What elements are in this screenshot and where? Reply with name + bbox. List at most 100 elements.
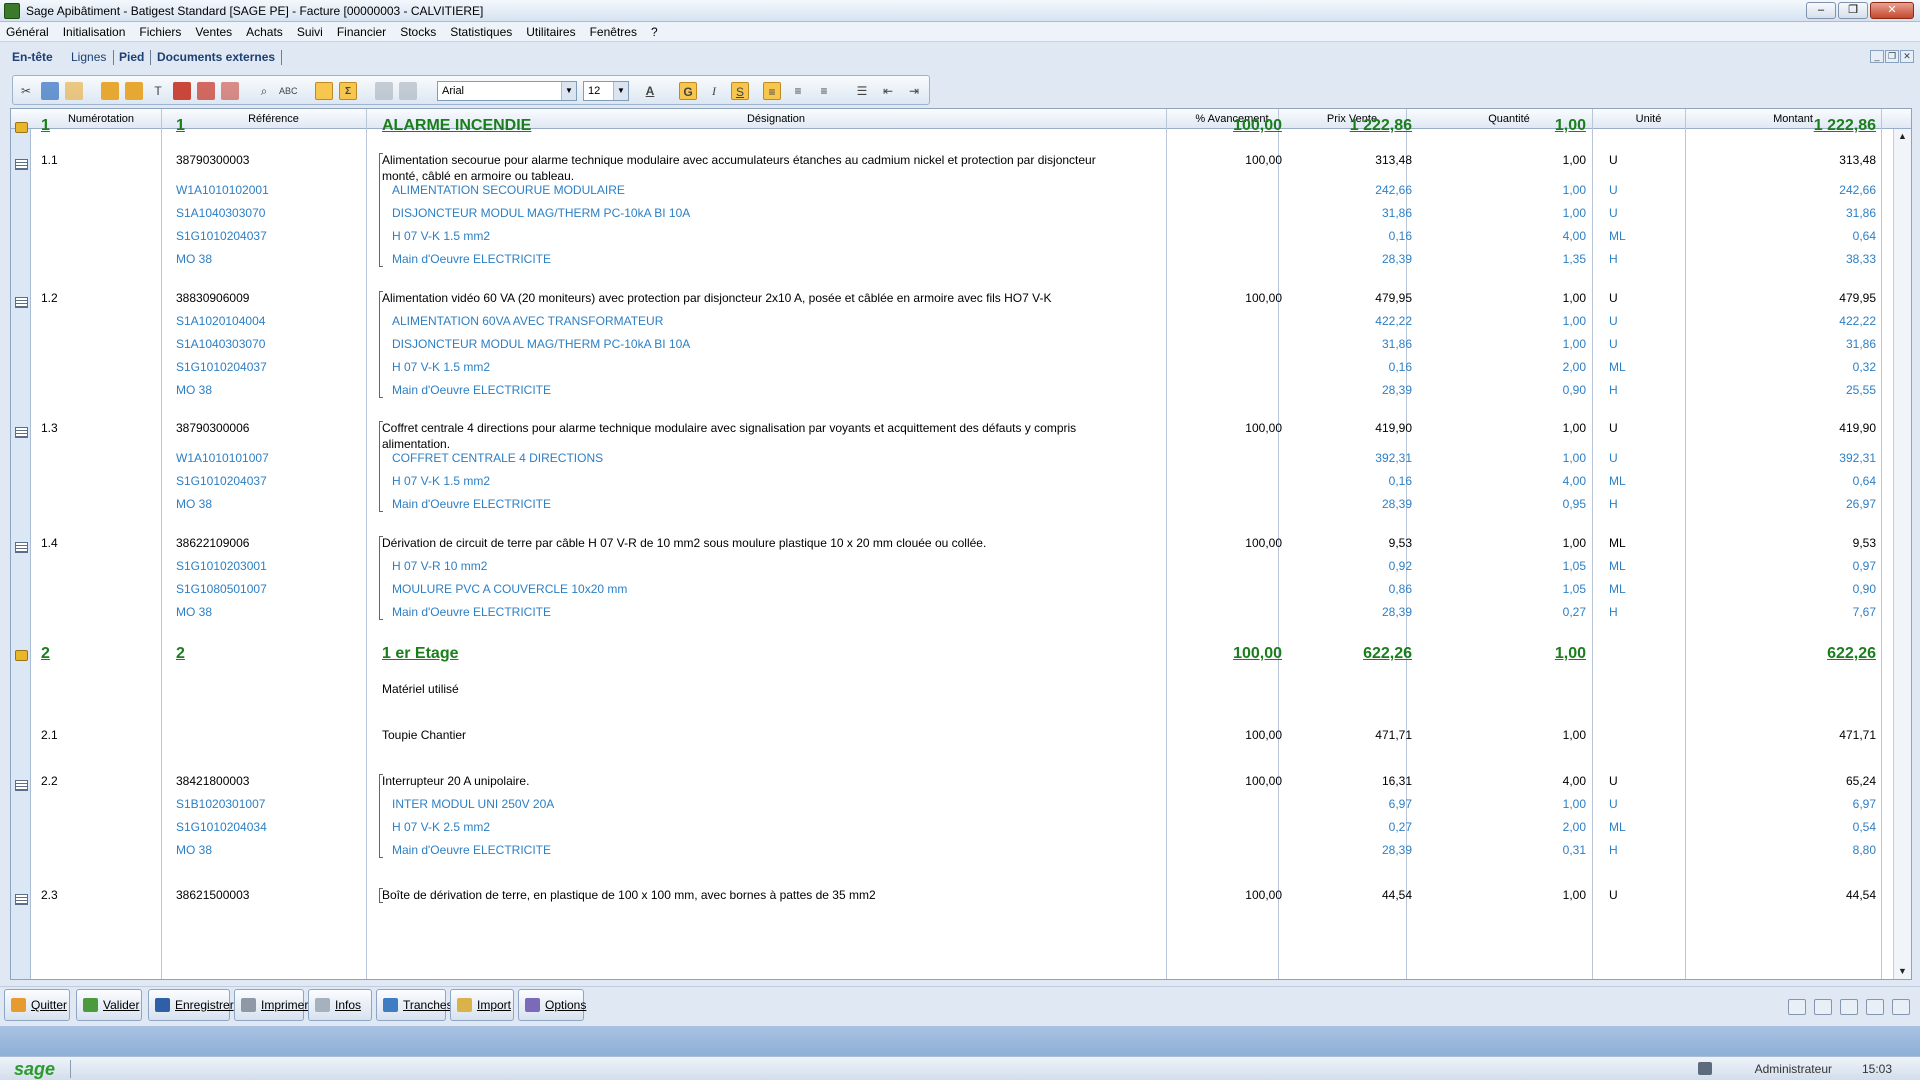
valider-button[interactable]: Valider <box>76 989 142 1021</box>
cell-designation: Main d'Oeuvre ELECTRICITE <box>392 843 552 857</box>
cell-qte: 4,00 <box>1562 774 1586 788</box>
close-button[interactable]: ✕ <box>1870 2 1914 19</box>
align-right-icon[interactable]: ≡ <box>815 82 833 100</box>
cell-unite: U <box>1609 451 1618 465</box>
tab-documents-externes[interactable]: Documents externes <box>157 50 275 64</box>
menu-item[interactable]: Achats <box>246 25 283 39</box>
menu-item[interactable]: ? <box>651 25 658 39</box>
child-restore-button[interactable]: ❐ <box>1885 50 1899 63</box>
insert-article-icon[interactable] <box>197 82 215 100</box>
menu-item[interactable]: Statistiques <box>450 25 512 39</box>
menu-item[interactable]: Général <box>6 25 49 39</box>
menu-item[interactable]: Stocks <box>400 25 436 39</box>
show-fields-icon[interactable]: Σ <box>339 82 357 100</box>
cell-designation: H 07 V-K 1.5 mm2 <box>392 360 491 374</box>
paste-icon[interactable] <box>65 82 83 100</box>
cell-designation: ALIMENTATION 60VA AVEC TRANSFORMATEUR <box>392 314 664 328</box>
copy-icon[interactable] <box>41 82 59 100</box>
italic-button[interactable]: I <box>705 82 723 100</box>
col-header-unite[interactable]: Unité <box>1602 113 1695 125</box>
cell-ref: W1A1010101007 <box>176 451 269 465</box>
font-select[interactable]: Arial ▼ <box>437 81 577 101</box>
restore-button[interactable]: ❐ <box>1838 2 1868 19</box>
tranches-button[interactable]: Tranches <box>376 989 453 1021</box>
cell-designation[interactable]: ALARME INCENDIE <box>382 117 531 135</box>
cell-unite: H <box>1609 383 1618 397</box>
enregistrer-button[interactable]: Enregistrer <box>148 989 234 1021</box>
align-center-icon[interactable]: ≡ <box>789 82 807 100</box>
infos-button[interactable]: Infos <box>308 989 372 1021</box>
insert-sum-icon[interactable] <box>221 82 239 100</box>
redo-icon[interactable] <box>399 82 417 100</box>
insert-table-icon[interactable] <box>173 82 191 100</box>
cell-av: 100,00 <box>1245 536 1282 550</box>
article-icon <box>15 297 28 308</box>
tab-pied[interactable]: Pied <box>119 50 144 64</box>
font-value: Arial <box>442 85 465 97</box>
list-view-icon[interactable] <box>1866 999 1884 1015</box>
cell-mt: 0,32 <box>1852 360 1876 374</box>
infos-label: Infos <box>335 998 362 1012</box>
preview-icon[interactable] <box>1814 999 1832 1015</box>
font-size-select[interactable]: 12 ▼ <box>583 81 629 101</box>
tab-en-tete[interactable]: En-tête <box>12 50 53 64</box>
folder-icon <box>15 650 28 661</box>
cell-unite: U <box>1609 337 1618 351</box>
menu-item[interactable]: Fenêtres <box>590 25 637 39</box>
cell-pv: 0,92 <box>1388 559 1412 573</box>
spellcheck-icon[interactable]: ABC <box>279 82 298 100</box>
cell-mt: 44,54 <box>1845 888 1876 902</box>
current-user: Administrateur <box>1754 1062 1832 1076</box>
child-close-button[interactable]: ✕ <box>1900 50 1914 63</box>
cell-ref: 38621500003 <box>176 888 250 902</box>
bullet-list-icon[interactable]: ☰ <box>853 82 871 100</box>
import-button[interactable]: Import <box>450 989 514 1021</box>
undo-icon[interactable] <box>375 82 393 100</box>
cell-designation: Dérivation de circuit de terre par câble… <box>382 536 987 550</box>
menu-item[interactable]: Ventes <box>195 25 232 39</box>
minimize-button[interactable]: – <box>1806 2 1836 19</box>
child-minimize-button[interactable]: _ <box>1870 50 1884 63</box>
cell-unite: U <box>1609 183 1618 197</box>
chevron-down-icon: ▼ <box>613 82 628 100</box>
tab-lignes[interactable]: Lignes <box>71 50 106 64</box>
cell-av: 100,00 <box>1245 728 1282 742</box>
menu-item[interactable]: Utilitaires <box>526 25 575 39</box>
insert-folder-icon[interactable] <box>101 82 119 100</box>
find-icon[interactable]: ⌕ <box>255 82 273 100</box>
insert-text-icon[interactable]: T <box>149 82 167 100</box>
cell-unite: H <box>1609 605 1618 619</box>
imprimer-button[interactable]: Imprimer <box>234 989 308 1021</box>
group-bracket <box>379 153 383 267</box>
options-button[interactable]: Options <box>518 989 586 1021</box>
show-details-icon[interactable] <box>315 82 333 100</box>
vertical-scrollbar[interactable]: ▲ ▼ <box>1893 129 1911 979</box>
menu-item[interactable]: Initialisation <box>63 25 126 39</box>
cell-mt: 38,33 <box>1845 252 1876 266</box>
font-color-icon[interactable]: A <box>641 82 659 100</box>
quitter-button[interactable]: Quitter <box>4 989 70 1021</box>
report-icon[interactable] <box>1892 999 1910 1015</box>
insert-subfolder-icon[interactable] <box>125 82 143 100</box>
menu-item[interactable]: Financier <box>337 25 386 39</box>
cell-unite: ML <box>1609 360 1626 374</box>
cell-mt: 471,71 <box>1839 728 1876 742</box>
cell-ref: S1G1010204034 <box>176 820 267 834</box>
underline-button[interactable]: S <box>731 82 749 100</box>
menu-item[interactable]: Fichiers <box>139 25 181 39</box>
folder-search-icon[interactable] <box>1840 999 1858 1015</box>
scroll-down-icon[interactable]: ▼ <box>1896 966 1909 979</box>
cut-icon[interactable]: ✂ <box>17 82 35 100</box>
cell-qte: 1,00 <box>1562 536 1586 550</box>
indent-increase-icon[interactable]: ⇥ <box>905 82 923 100</box>
menu-item[interactable]: Suivi <box>297 25 323 39</box>
bold-button[interactable]: G <box>679 82 697 100</box>
cell-designation: COFFRET CENTRALE 4 DIRECTIONS <box>392 451 604 465</box>
cell-ref: S1B1020301007 <box>176 797 266 811</box>
align-left-icon[interactable]: ≡ <box>763 82 781 100</box>
indent-decrease-icon[interactable]: ⇤ <box>879 82 897 100</box>
print-icon <box>241 998 256 1012</box>
cell-pv: 242,66 <box>1375 183 1412 197</box>
sort-icon[interactable] <box>1788 999 1806 1015</box>
scroll-up-icon[interactable]: ▲ <box>1896 131 1909 144</box>
